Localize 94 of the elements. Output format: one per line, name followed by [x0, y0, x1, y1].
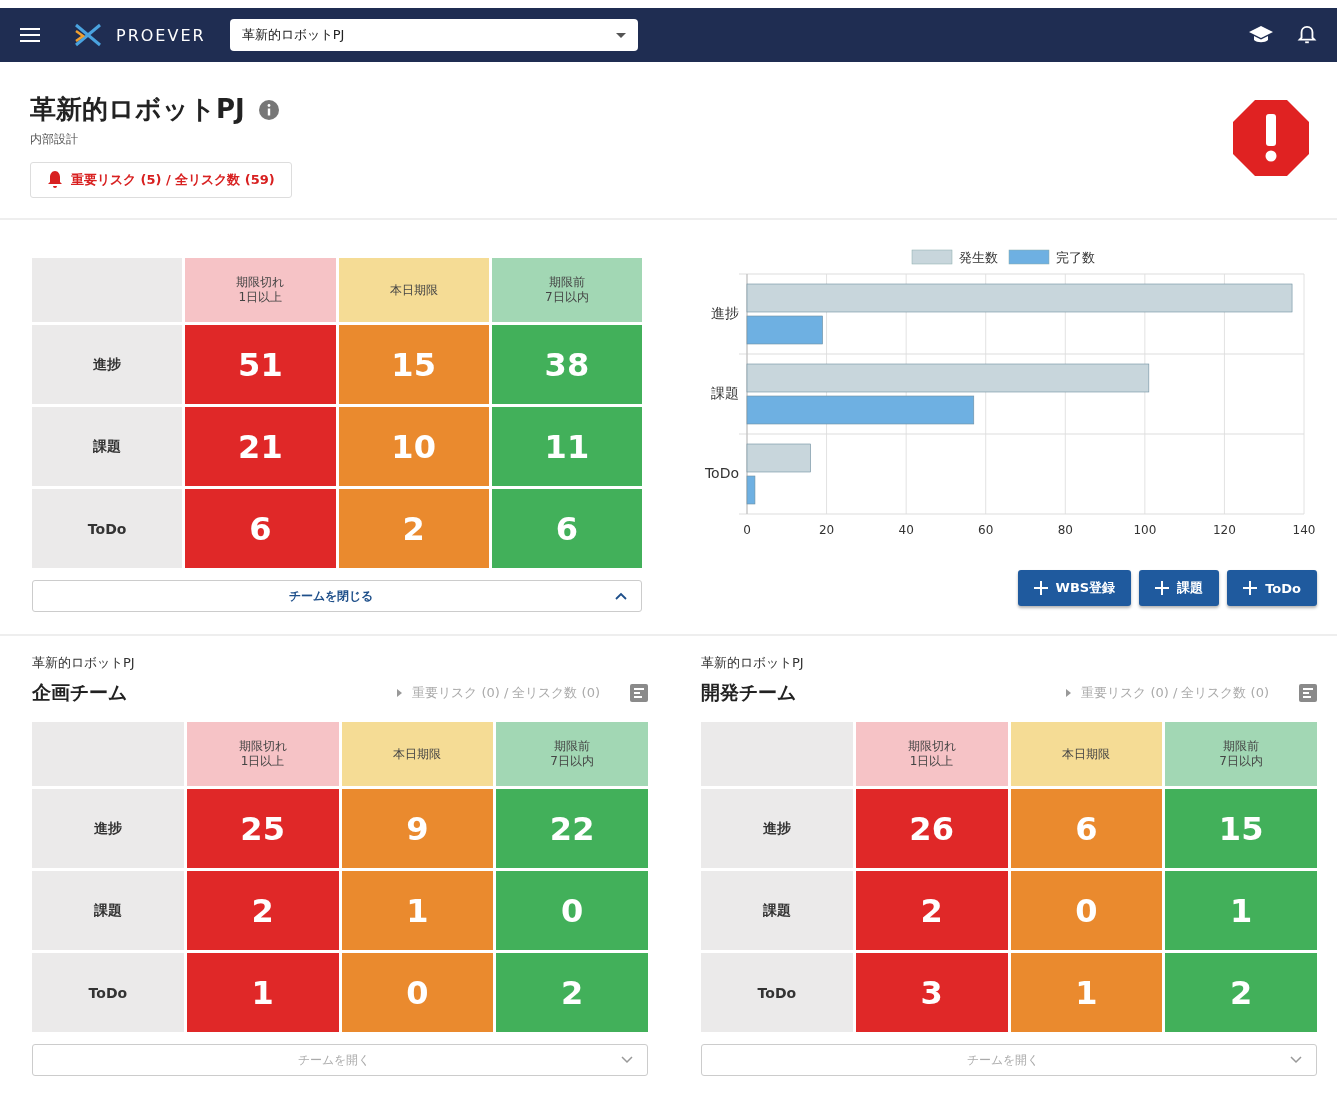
column-header: 期限切れ 1日以上 [185, 258, 336, 322]
chevron-up-icon [615, 592, 627, 600]
row-header: 進捗 [701, 789, 853, 868]
tick-label: 120 [1213, 523, 1236, 537]
add-button[interactable]: WBS登録 [1017, 570, 1132, 606]
count-cell[interactable]: 25 [186, 789, 339, 868]
chevron-down-icon [1290, 1056, 1302, 1064]
tick-label: 80 [1057, 523, 1073, 537]
column-header: 期限前 7日以内 [491, 258, 642, 322]
project-label: 革新的ロボットPJ [701, 654, 805, 672]
count-cell[interactable]: 15 [338, 325, 489, 404]
caret-icon [615, 32, 626, 38]
document-icon[interactable] [1299, 684, 1317, 702]
tick-label: 100 [1133, 523, 1157, 537]
axis-label: 進捗 [711, 305, 739, 321]
bar [746, 443, 811, 473]
count-cell[interactable]: 2 [1165, 953, 1317, 1032]
risk-button[interactable]: 重要リスク (5) / 全リスク数 (59) [30, 162, 292, 198]
legend-label: 発生数 [959, 250, 998, 265]
risk-link[interactable]: 重要リスク (0) / 全リスク数 (0) [412, 684, 600, 702]
row-header: ToDo [32, 489, 183, 568]
count-cell[interactable]: 38 [491, 325, 642, 404]
count-cell[interactable]: 6 [185, 489, 336, 568]
add-button[interactable]: 課題 [1139, 570, 1220, 606]
column-header: 本日期限 [341, 722, 494, 786]
row-header: 進捗 [32, 789, 184, 868]
column-header: 期限前 7日以内 [1165, 722, 1317, 786]
tick-label: 0 [743, 523, 751, 537]
count-cell[interactable]: 3 [855, 953, 1008, 1032]
count-cell[interactable]: 11 [491, 407, 642, 486]
axis-label: ToDo [704, 465, 739, 481]
team-toggle-button[interactable]: チームを閉じる [32, 580, 642, 612]
count-cell[interactable]: 2 [855, 871, 1008, 950]
team-toggle-button[interactable]: チームを開く [32, 1044, 648, 1076]
column-header: 本日期限 [338, 258, 489, 322]
row-header: ToDo [32, 953, 184, 1032]
row-header: 進捗 [32, 325, 183, 404]
count-cell[interactable]: 26 [855, 789, 1008, 868]
team-toggle-button[interactable]: チームを開く [701, 1044, 1317, 1076]
project-select[interactable]: 革新的ロボットPJ [229, 19, 638, 51]
logo-icon [74, 23, 102, 47]
count-cell[interactable]: 0 [496, 871, 648, 950]
project-title: 革新的ロボットPJ [30, 93, 245, 126]
document-icon[interactable] [630, 684, 648, 702]
phase-label: 内部設計 [30, 131, 79, 148]
graduation-cap-icon[interactable] [1249, 25, 1273, 45]
count-cell[interactable]: 21 [185, 407, 336, 486]
bell-icon [47, 171, 63, 189]
bell-icon[interactable] [1297, 25, 1317, 45]
count-cell[interactable]: 0 [341, 953, 494, 1032]
axis-label: 課題 [711, 385, 739, 401]
row-header: 課題 [32, 407, 183, 486]
add-button[interactable]: ToDo [1227, 570, 1317, 606]
count-cell[interactable]: 15 [1165, 789, 1317, 868]
count-cell[interactable]: 2 [186, 871, 339, 950]
team-name: 開発チーム [701, 680, 796, 705]
count-cell[interactable]: 1 [1010, 953, 1163, 1032]
column-header: 期限前 7日以内 [496, 722, 648, 786]
count-cell[interactable]: 9 [341, 789, 494, 868]
tick-label: 140 [1292, 523, 1316, 537]
row-header: 課題 [701, 871, 853, 950]
column-header: 期限切れ 1日以上 [186, 722, 339, 786]
count-cell[interactable]: 1 [186, 953, 339, 1032]
plus-icon [1243, 581, 1258, 595]
tick-label: 40 [898, 523, 914, 537]
count-cell[interactable]: 22 [496, 789, 648, 868]
count-cell[interactable]: 1 [1165, 871, 1317, 950]
count-cell[interactable]: 2 [496, 953, 648, 1032]
legend-label: 完了数 [1056, 250, 1095, 265]
brand-name: PROEVER [116, 25, 206, 45]
column-header: 期限切れ 1日以上 [855, 722, 1008, 786]
triangle-icon [1066, 689, 1072, 697]
plus-icon [1155, 581, 1170, 595]
count-cell[interactable]: 1 [341, 871, 494, 950]
risk-link[interactable]: 重要リスク (0) / 全リスク数 (0) [1081, 684, 1269, 702]
tick-label: 60 [978, 523, 994, 537]
triangle-icon [397, 689, 403, 697]
count-cell[interactable]: 51 [185, 325, 336, 404]
count-cell[interactable]: 6 [1010, 789, 1163, 868]
count-cell[interactable]: 0 [1010, 871, 1163, 950]
plus-icon [1033, 581, 1048, 595]
column-header: 本日期限 [1010, 722, 1163, 786]
team-name: 企画チーム [32, 680, 127, 705]
chevron-down-icon [621, 1056, 633, 1064]
menu-icon[interactable] [20, 25, 40, 45]
count-cell[interactable]: 6 [491, 489, 642, 568]
tick-label: 20 [818, 523, 835, 537]
bar [746, 475, 756, 505]
project-label: 革新的ロボットPJ [32, 654, 136, 672]
row-header: 課題 [32, 871, 184, 950]
count-cell[interactable]: 2 [338, 489, 489, 568]
row-header: ToDo [701, 953, 853, 1032]
info-icon[interactable] [258, 99, 279, 120]
count-cell[interactable]: 10 [338, 407, 489, 486]
